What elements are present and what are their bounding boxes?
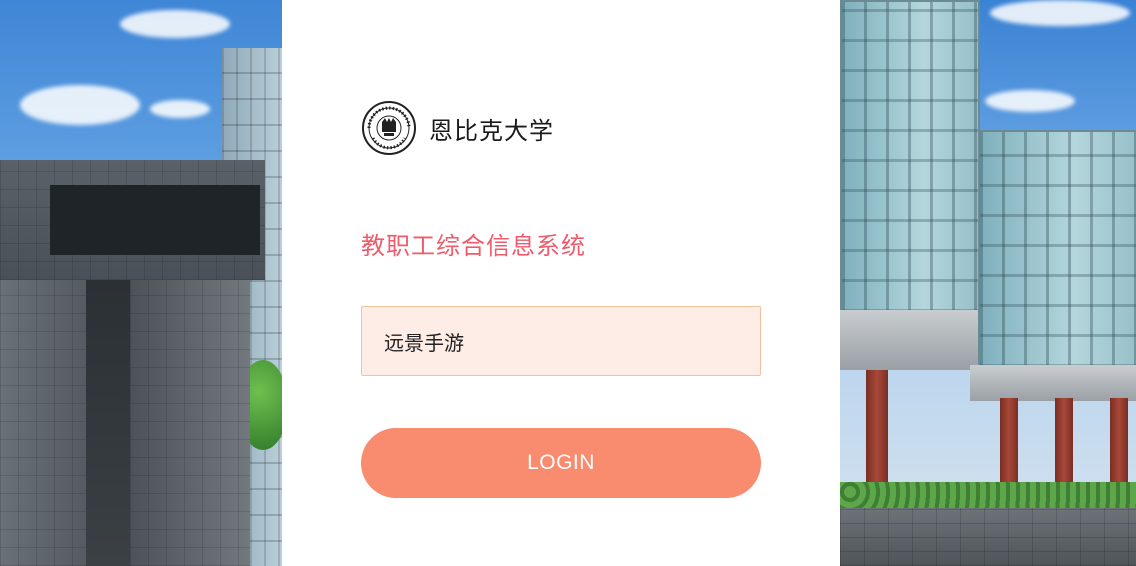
cloud	[20, 85, 140, 125]
login-button[interactable]: LOGIN	[361, 428, 761, 498]
campus-gate	[0, 160, 265, 566]
building-pillar	[866, 370, 888, 490]
cloud	[120, 10, 230, 38]
background-building	[978, 130, 1136, 369]
background-building	[840, 0, 980, 314]
login-scene: 恩比克大学 教职工综合信息系统 LOGIN	[0, 0, 1136, 566]
system-title: 教职工综合信息系统	[361, 232, 586, 260]
cloud	[150, 100, 210, 118]
background-right-campus	[840, 0, 1136, 566]
account-input[interactable]	[361, 306, 761, 376]
stone-wall	[840, 508, 1136, 566]
building-base	[970, 365, 1136, 401]
gate-right-pillar	[130, 280, 250, 566]
building-base	[840, 310, 986, 370]
building-pillar	[1055, 398, 1073, 488]
gate-left-pillar	[0, 280, 86, 566]
university-name: 恩比克大学	[429, 116, 554, 145]
building-pillar	[1000, 398, 1018, 488]
brand-header: 恩比克大学	[361, 100, 554, 156]
login-panel: 恩比克大学 教职工综合信息系统 LOGIN	[282, 0, 840, 566]
cloud	[990, 0, 1130, 26]
university-seal-icon	[361, 100, 417, 156]
background-left-campus	[0, 0, 282, 566]
gate-opening	[86, 280, 130, 566]
gate-shadow	[50, 185, 260, 255]
building-pillar	[1110, 398, 1128, 488]
cloud	[985, 90, 1075, 112]
